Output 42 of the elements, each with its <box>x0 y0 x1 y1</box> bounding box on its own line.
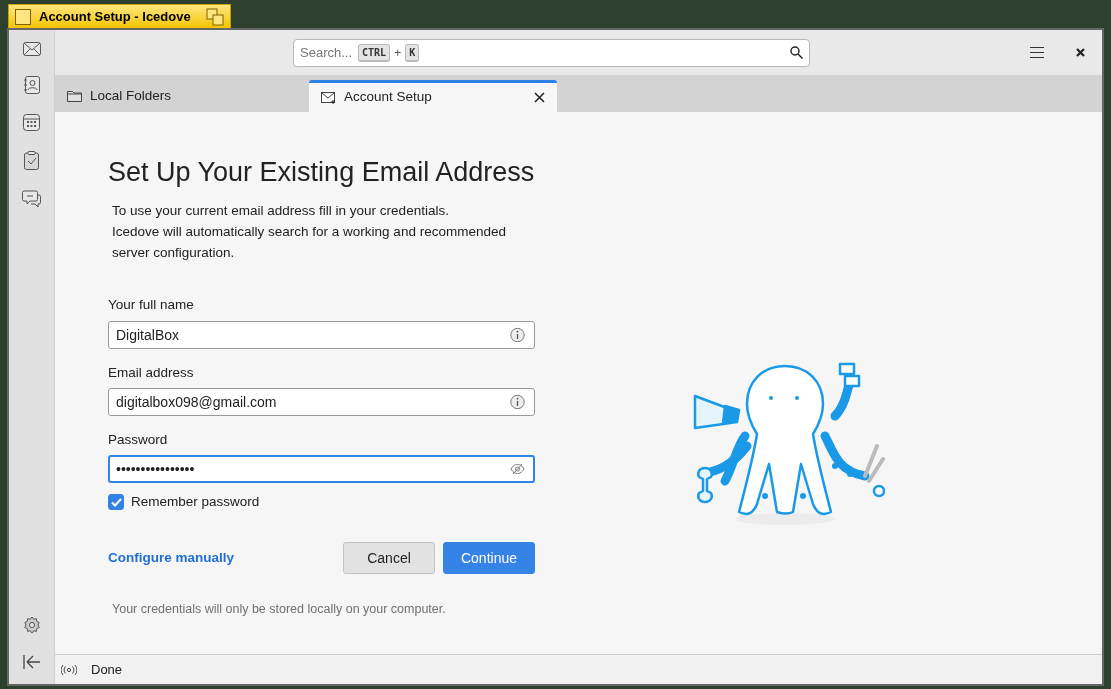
search-icon[interactable] <box>790 46 803 59</box>
status-text: Done <box>91 660 123 679</box>
broadcast-icon <box>61 664 77 675</box>
remember-password-label: Remember password <box>131 493 260 512</box>
address-book-icon[interactable] <box>23 76 40 94</box>
input-field[interactable]: digitalbox098@gmail.com <box>108 387 535 416</box>
restore-icon[interactable] <box>206 7 224 26</box>
password-field[interactable]: •••••••••••••••• <box>108 455 535 484</box>
close-icon[interactable] <box>534 92 545 103</box>
collapse-icon[interactable] <box>22 654 41 670</box>
menu-icon[interactable] <box>1030 47 1044 58</box>
continue-button[interactable]: Continue <box>443 542 535 575</box>
privacy-note: Your credentials will only be stored locally on your computer. <box>112 601 447 619</box>
chat-icon[interactable] <box>22 190 41 208</box>
remember-checkbox[interactable] <box>108 494 124 511</box>
plus-sign: + <box>394 44 402 62</box>
field-label: Your full name <box>108 296 195 315</box>
mail-icon <box>321 91 336 104</box>
page-heading: Set Up Your Existing Email Address <box>108 156 535 189</box>
input-field[interactable]: DigitalBox <box>108 320 535 349</box>
close-icon[interactable] <box>1076 48 1085 57</box>
settings-icon[interactable] <box>22 616 41 634</box>
cancel-button[interactable]: Cancel <box>343 542 435 575</box>
field-label: Password <box>108 430 169 449</box>
info-icon[interactable] <box>510 394 525 410</box>
folder-icon <box>67 90 82 102</box>
search-field[interactable]: Search... CTRL + K <box>293 38 810 67</box>
shortcut-key: CTRL <box>358 43 391 62</box>
window-icon <box>15 8 31 25</box>
hidden-eye-icon[interactable] <box>510 463 525 475</box>
window-title: Account Setup - Icedove <box>39 7 192 26</box>
shortcut-key: K <box>405 43 420 62</box>
mail-icon[interactable] <box>22 42 41 56</box>
tab[interactable]: Account Setup <box>309 80 557 112</box>
info-icon[interactable] <box>510 327 525 343</box>
configure-manually-link[interactable]: Configure manually <box>108 548 234 569</box>
clipboard-check-icon[interactable] <box>24 151 39 170</box>
tab[interactable]: Local Folders <box>55 80 303 112</box>
calendar-icon[interactable] <box>23 114 40 131</box>
intro-text: To use your current email address fill in your credentials. <box>112 202 450 221</box>
field-label: Email address <box>108 363 195 382</box>
intro-text: Icedove will automatically search for a working and recommended server configuration. <box>112 223 507 263</box>
